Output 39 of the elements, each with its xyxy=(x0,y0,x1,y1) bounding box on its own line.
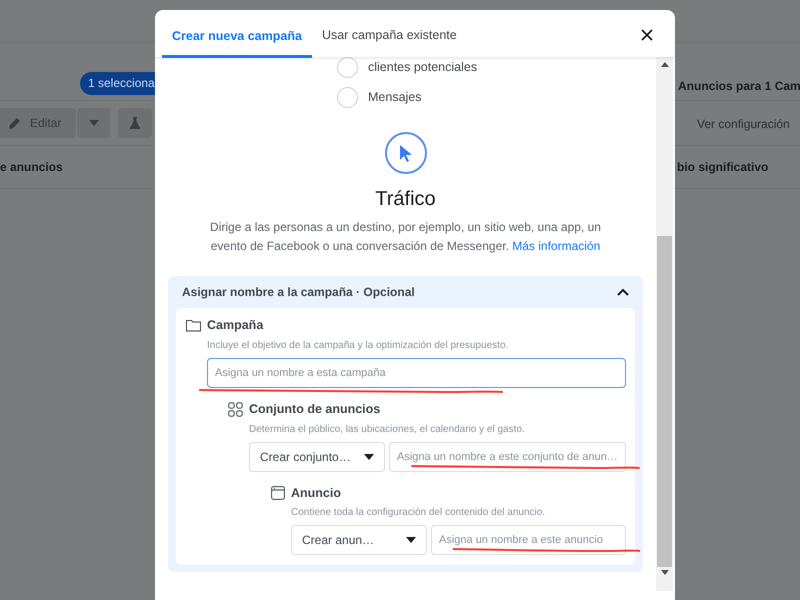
level-description: Determina el público, las ubicaciones, el calendario y el gasto. xyxy=(249,422,526,436)
chevron-icon[interactable] xyxy=(617,288,629,296)
level-title: Anuncio xyxy=(291,484,341,502)
caret-icon xyxy=(88,120,98,126)
column-header: e anuncios xyxy=(0,159,63,176)
tab[interactable]: Usar campaña existente xyxy=(312,17,467,57)
dropdown[interactable]: Crear anun… xyxy=(291,525,427,556)
tab[interactable]: Crear nueva campaña xyxy=(162,18,312,58)
window-icon xyxy=(270,486,285,500)
pencil-icon xyxy=(8,116,22,130)
settings-link[interactable]: Ver configuración xyxy=(697,115,790,133)
input-field[interactable]: Asigna un nombre a esta campaña xyxy=(207,358,626,388)
scrollbar[interactable] xyxy=(656,57,673,591)
dropdown[interactable]: Crear conjunto… xyxy=(249,442,385,472)
grid-icon xyxy=(228,402,243,417)
radio-button[interactable] xyxy=(337,57,358,78)
section-title: Asignar nombre a la campaña · Opcional xyxy=(182,284,415,301)
caret-icon xyxy=(364,454,374,460)
test-button[interactable] xyxy=(118,108,152,138)
column-header: bio significativo xyxy=(677,159,768,176)
objective-title: Tráfico xyxy=(375,187,436,212)
scroll-up-arrow-icon[interactable] xyxy=(660,62,668,67)
objective-description: Dirige a las personas a un destino, por ejemplo, un sitio web, una app, un evento de Facebook o una conversación de Messenger. Más información xyxy=(209,219,602,255)
caret-icon xyxy=(406,537,416,544)
level-description: Incluye el objetivo de la campaña y la optimización del presupuesto. xyxy=(207,338,510,353)
close-icon xyxy=(641,29,653,41)
scroll-down-arrow-icon[interactable] xyxy=(660,570,668,575)
cursor-icon xyxy=(384,132,426,174)
flask-icon xyxy=(129,116,141,130)
more-info-link[interactable]: Más información xyxy=(512,239,600,253)
radio-button[interactable] xyxy=(337,86,358,108)
level-description: Contiene toda la configuración del contenido del anuncio. xyxy=(291,506,546,520)
option-label: Mensajes xyxy=(368,88,422,106)
folder-icon xyxy=(186,318,201,332)
panel-title: Anuncios para 1 Cam xyxy=(678,78,800,95)
dropdown-button[interactable] xyxy=(77,108,110,138)
option-label: clientes potenciales xyxy=(368,58,478,76)
level-title: Conjunto de anuncios xyxy=(249,400,380,418)
level-title: Campaña xyxy=(207,317,264,334)
